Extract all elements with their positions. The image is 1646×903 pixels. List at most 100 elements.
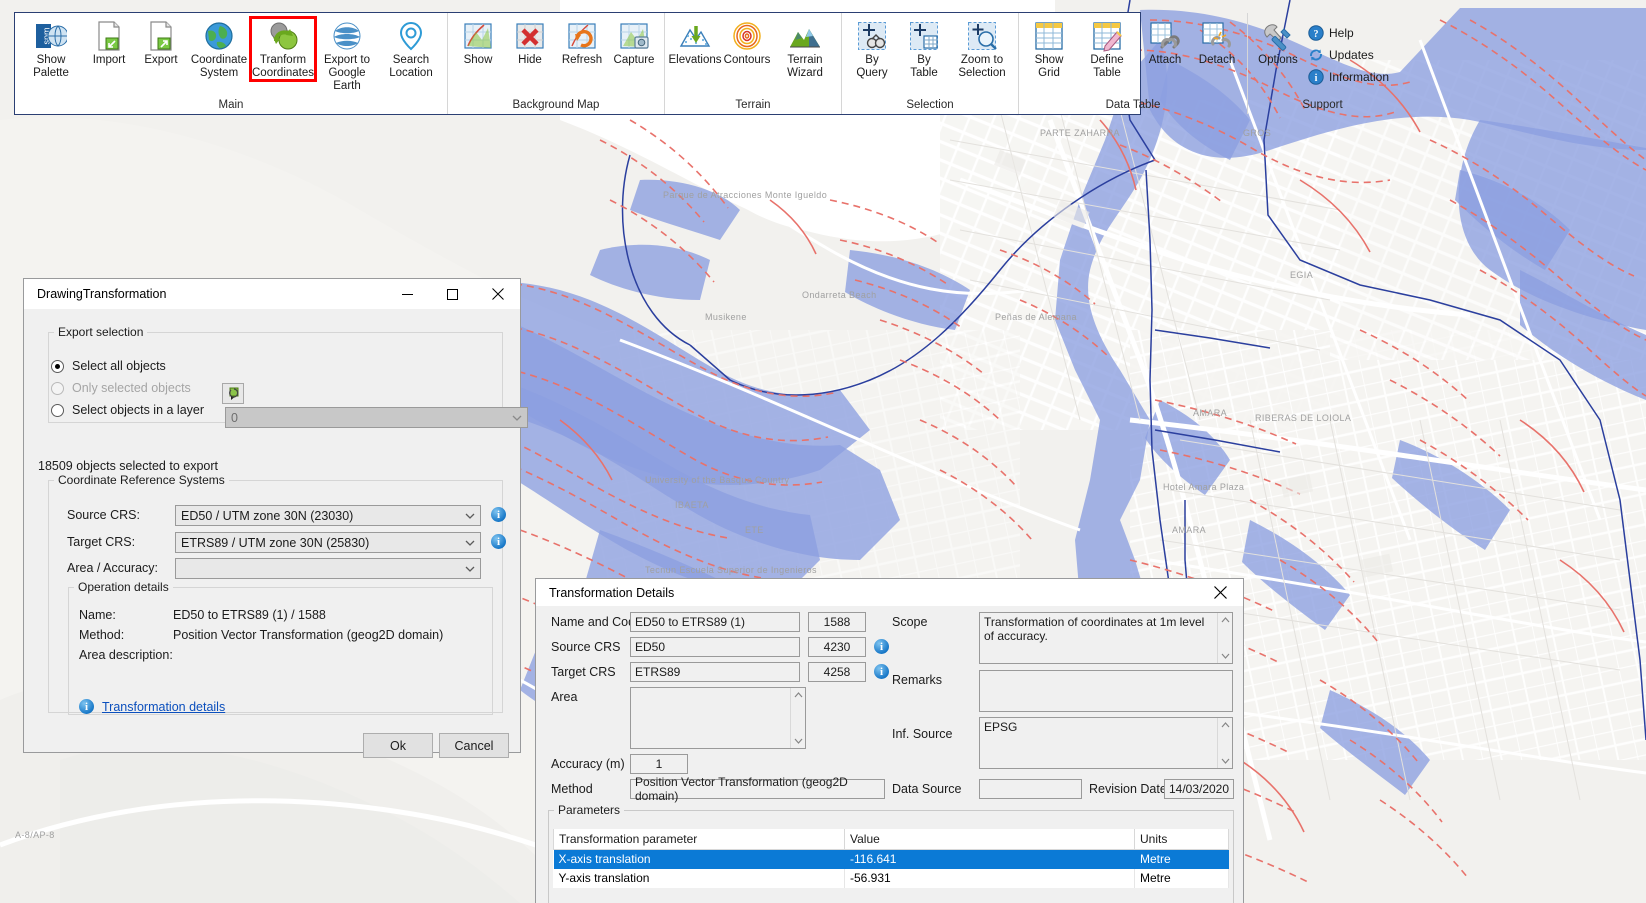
- target-crs-info-icon[interactable]: i: [491, 534, 506, 549]
- remarks-field[interactable]: [979, 670, 1233, 712]
- ribbon-group-support: Options ? Help Updates i Information Supp…: [1248, 13, 1397, 114]
- ribbon-button-bgmap-refresh[interactable]: Refresh: [556, 18, 608, 67]
- area-accuracy-combo[interactable]: [175, 558, 481, 579]
- transform-coordinates-icon: [267, 20, 299, 52]
- ribbon-button-zoom-to-selection[interactable]: Zoom to Selection: [950, 18, 1014, 80]
- ribbon-button-select-by-query[interactable]: By Query: [846, 18, 898, 80]
- ribbon-button-transform-coordinates[interactable]: Tranform Coordinates: [249, 16, 317, 82]
- close-icon[interactable]: [1198, 579, 1243, 606]
- accuracy-field[interactable]: 1: [630, 754, 688, 774]
- parameters-group: Parameters Transformation parameter Valu…: [548, 803, 1234, 903]
- ribbon-button-updates[interactable]: Updates: [1304, 44, 1393, 66]
- ribbon-button-elevations[interactable]: Elevations: [668, 18, 722, 67]
- ribbon-button-export[interactable]: Export: [135, 18, 187, 67]
- target-crs-combo[interactable]: ETRS89 / UTM zone 30N (25830): [175, 532, 481, 553]
- scope-field[interactable]: Transformation of coordinates at 1m leve…: [979, 612, 1233, 664]
- revision-date-field[interactable]: 14/03/2020: [1164, 779, 1234, 799]
- scroll-down-icon[interactable]: [1221, 754, 1230, 768]
- parameters-table[interactable]: Transformation parameter Value Units X-a…: [553, 829, 1229, 888]
- source-crs-field[interactable]: ED50: [630, 637, 800, 657]
- ribbon-button-bgmap-capture[interactable]: Capture: [608, 18, 660, 67]
- ribbon-button-label: Define Table: [1090, 54, 1124, 79]
- value-cell: -56.931: [844, 868, 1135, 888]
- area-accuracy-label: Area / Accuracy:: [67, 561, 159, 575]
- ribbon-button-export-google-earth[interactable]: Export to Google Earth: [315, 18, 379, 93]
- ribbon-button-define-table[interactable]: Define Table: [1075, 18, 1139, 80]
- target-crs-field[interactable]: ETRS89: [630, 662, 800, 682]
- area-scrollbar[interactable]: [790, 688, 805, 748]
- radio-indicator: [51, 381, 64, 395]
- remarks-label: Remarks: [892, 673, 943, 687]
- table-row[interactable]: X-axis translation -116.641 Metre: [553, 849, 1229, 869]
- ribbon-button-bgmap-show[interactable]: Show: [452, 18, 504, 67]
- col-units[interactable]: Units: [1134, 829, 1229, 850]
- target-crs-info-icon[interactable]: i: [874, 664, 889, 679]
- scroll-down-icon[interactable]: [1221, 649, 1230, 663]
- scope-scrollbar[interactable]: [1217, 613, 1232, 663]
- col-transformation-parameter[interactable]: Transformation parameter: [553, 829, 845, 850]
- ribbon-button-attach[interactable]: Attach: [1139, 18, 1191, 67]
- ribbon-group-label: Background Map: [512, 99, 600, 111]
- source-crs-code-field[interactable]: 4230: [808, 637, 866, 657]
- ribbon-button-help[interactable]: ? Help: [1304, 22, 1393, 44]
- ribbon-button-show-grid[interactable]: Show Grid: [1023, 18, 1075, 80]
- cancel-button[interactable]: Cancel: [439, 733, 509, 758]
- scroll-up-icon[interactable]: [794, 688, 803, 702]
- close-icon[interactable]: [475, 279, 520, 309]
- name-code-field[interactable]: 1588: [808, 612, 866, 632]
- target-crs-label: Target CRS: [551, 665, 616, 679]
- inf-source-field[interactable]: EPSG: [979, 717, 1233, 769]
- ribbon-button-detach[interactable]: Detach: [1191, 18, 1243, 67]
- scroll-up-icon[interactable]: [1221, 613, 1230, 627]
- maximize-icon[interactable]: [430, 279, 475, 309]
- name-and-code-field[interactable]: ED50 to ETRS89 (1): [630, 612, 800, 632]
- inf-source-scrollbar[interactable]: [1217, 718, 1232, 768]
- minimize-icon[interactable]: [385, 279, 430, 309]
- ribbon-group-label: Terrain: [735, 99, 771, 111]
- area-field[interactable]: [630, 687, 806, 749]
- ribbon-group-selection: By Query By Table Zoom to Selection Selec…: [842, 13, 1019, 114]
- table-row[interactable]: Y-axis translation -56.931 Metre: [553, 868, 1229, 888]
- ribbon-button-coordinate-system[interactable]: Coordinate System: [187, 18, 251, 80]
- ok-button[interactable]: Ok: [363, 733, 433, 758]
- inf-source-value: EPSG: [984, 720, 1018, 734]
- target-crs-code-field[interactable]: 4258: [808, 662, 866, 682]
- parameters-legend: Parameters: [558, 803, 621, 817]
- ribbon-button-bgmap-hide[interactable]: Hide: [504, 18, 556, 67]
- source-crs-info-icon[interactable]: i: [874, 639, 889, 654]
- operation-name-value: ED50 to ETRS89 (1) / 1588: [173, 608, 326, 622]
- export-icon: [145, 20, 177, 52]
- radio-select-objects-in-layer[interactable]: Select objects in a layer: [51, 399, 204, 421]
- ribbon-button-label: By Table: [910, 54, 938, 79]
- ribbon-button-information[interactable]: i Information: [1304, 66, 1393, 88]
- ribbon-button-search-location[interactable]: Search Location: [379, 18, 443, 80]
- radio-select-all-objects[interactable]: Select all objects: [51, 355, 204, 377]
- target-crs-label: Target CRS:: [67, 535, 136, 549]
- ribbon-button-terrain-wizard[interactable]: Terrain Wizard: [773, 18, 837, 80]
- source-crs-info-icon[interactable]: i: [491, 507, 506, 522]
- map-show-icon: [462, 20, 494, 52]
- data-source-label: Data Source: [892, 782, 962, 796]
- operation-name-label: Name:: [79, 608, 116, 622]
- svg-text:?: ?: [1314, 29, 1319, 40]
- source-crs-value: ED50 / UTM zone 30N (23030): [181, 508, 354, 523]
- ribbon-button-select-by-table[interactable]: By Table: [898, 18, 950, 80]
- scroll-down-icon[interactable]: [794, 734, 803, 748]
- source-crs-combo[interactable]: ED50 / UTM zone 30N (23030): [175, 505, 481, 526]
- layer-select-combo[interactable]: 0: [225, 407, 528, 428]
- data-source-field[interactable]: [979, 779, 1082, 799]
- ribbon-button-contours[interactable]: Contours: [721, 18, 773, 67]
- ribbon-button-label: Tranform Coordinates: [252, 54, 315, 79]
- name-code-value: 1588: [823, 615, 851, 629]
- ribbon-button-options[interactable]: Options: [1252, 18, 1304, 67]
- ribbon-button-show-palette[interactable]: spm Show Palette: [19, 18, 83, 80]
- col-value[interactable]: Value: [844, 829, 1135, 850]
- spm-palette-icon: spm: [35, 20, 69, 52]
- transformation-details-link[interactable]: Transformation details: [102, 700, 225, 714]
- method-field[interactable]: Position Vector Transformation (geog2D d…: [630, 775, 885, 803]
- chevron-down-icon: [512, 411, 522, 425]
- scroll-up-icon[interactable]: [1221, 718, 1230, 732]
- operation-details-group: Operation details Name: ED50 to ETRS89 (…: [68, 580, 493, 715]
- pick-objects-icon[interactable]: [222, 383, 244, 404]
- ribbon-button-import[interactable]: Import: [83, 18, 135, 67]
